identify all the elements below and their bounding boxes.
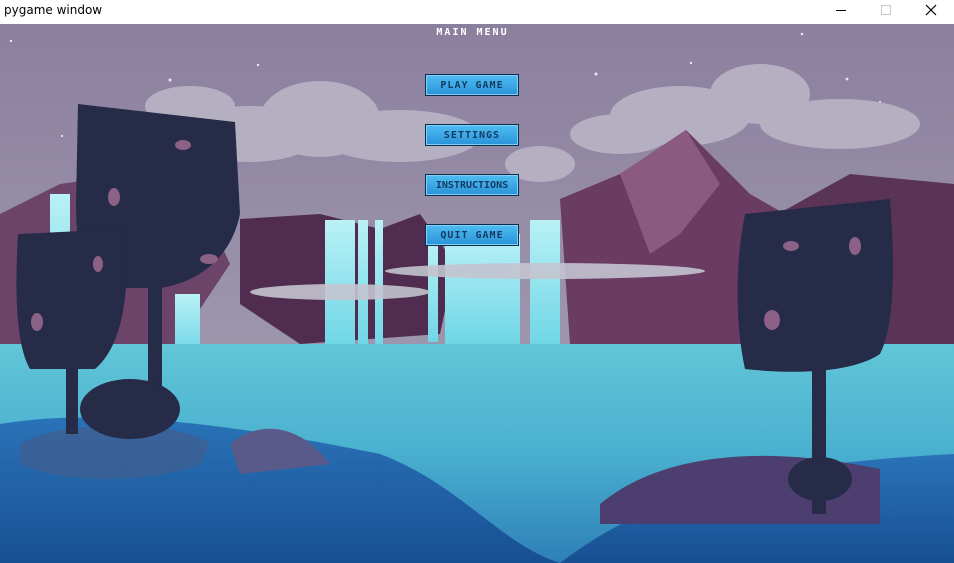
maximize-button[interactable]	[863, 0, 909, 20]
window-title: pygame window	[4, 3, 103, 17]
background-scene	[0, 24, 954, 563]
main-menu-title: MAIN MENU	[436, 27, 509, 38]
pygame-window: pygame window MAIN MENU PLAY GAME SETTIN…	[0, 0, 954, 563]
instructions-button[interactable]: INSTRUCTIONS	[425, 174, 519, 196]
close-icon	[925, 4, 937, 16]
game-canvas[interactable]: MAIN MENU PLAY GAME SETTINGS INSTRUCTION…	[0, 24, 954, 563]
play-game-button[interactable]: PLAY GAME	[425, 74, 519, 96]
minimize-button[interactable]	[818, 0, 864, 20]
close-button[interactable]	[908, 0, 954, 20]
minimize-icon	[836, 10, 846, 11]
maximize-icon	[881, 5, 891, 15]
settings-button[interactable]: SETTINGS	[425, 124, 519, 146]
title-bar: pygame window	[0, 0, 954, 24]
quit-game-button[interactable]: QUIT GAME	[425, 224, 519, 246]
